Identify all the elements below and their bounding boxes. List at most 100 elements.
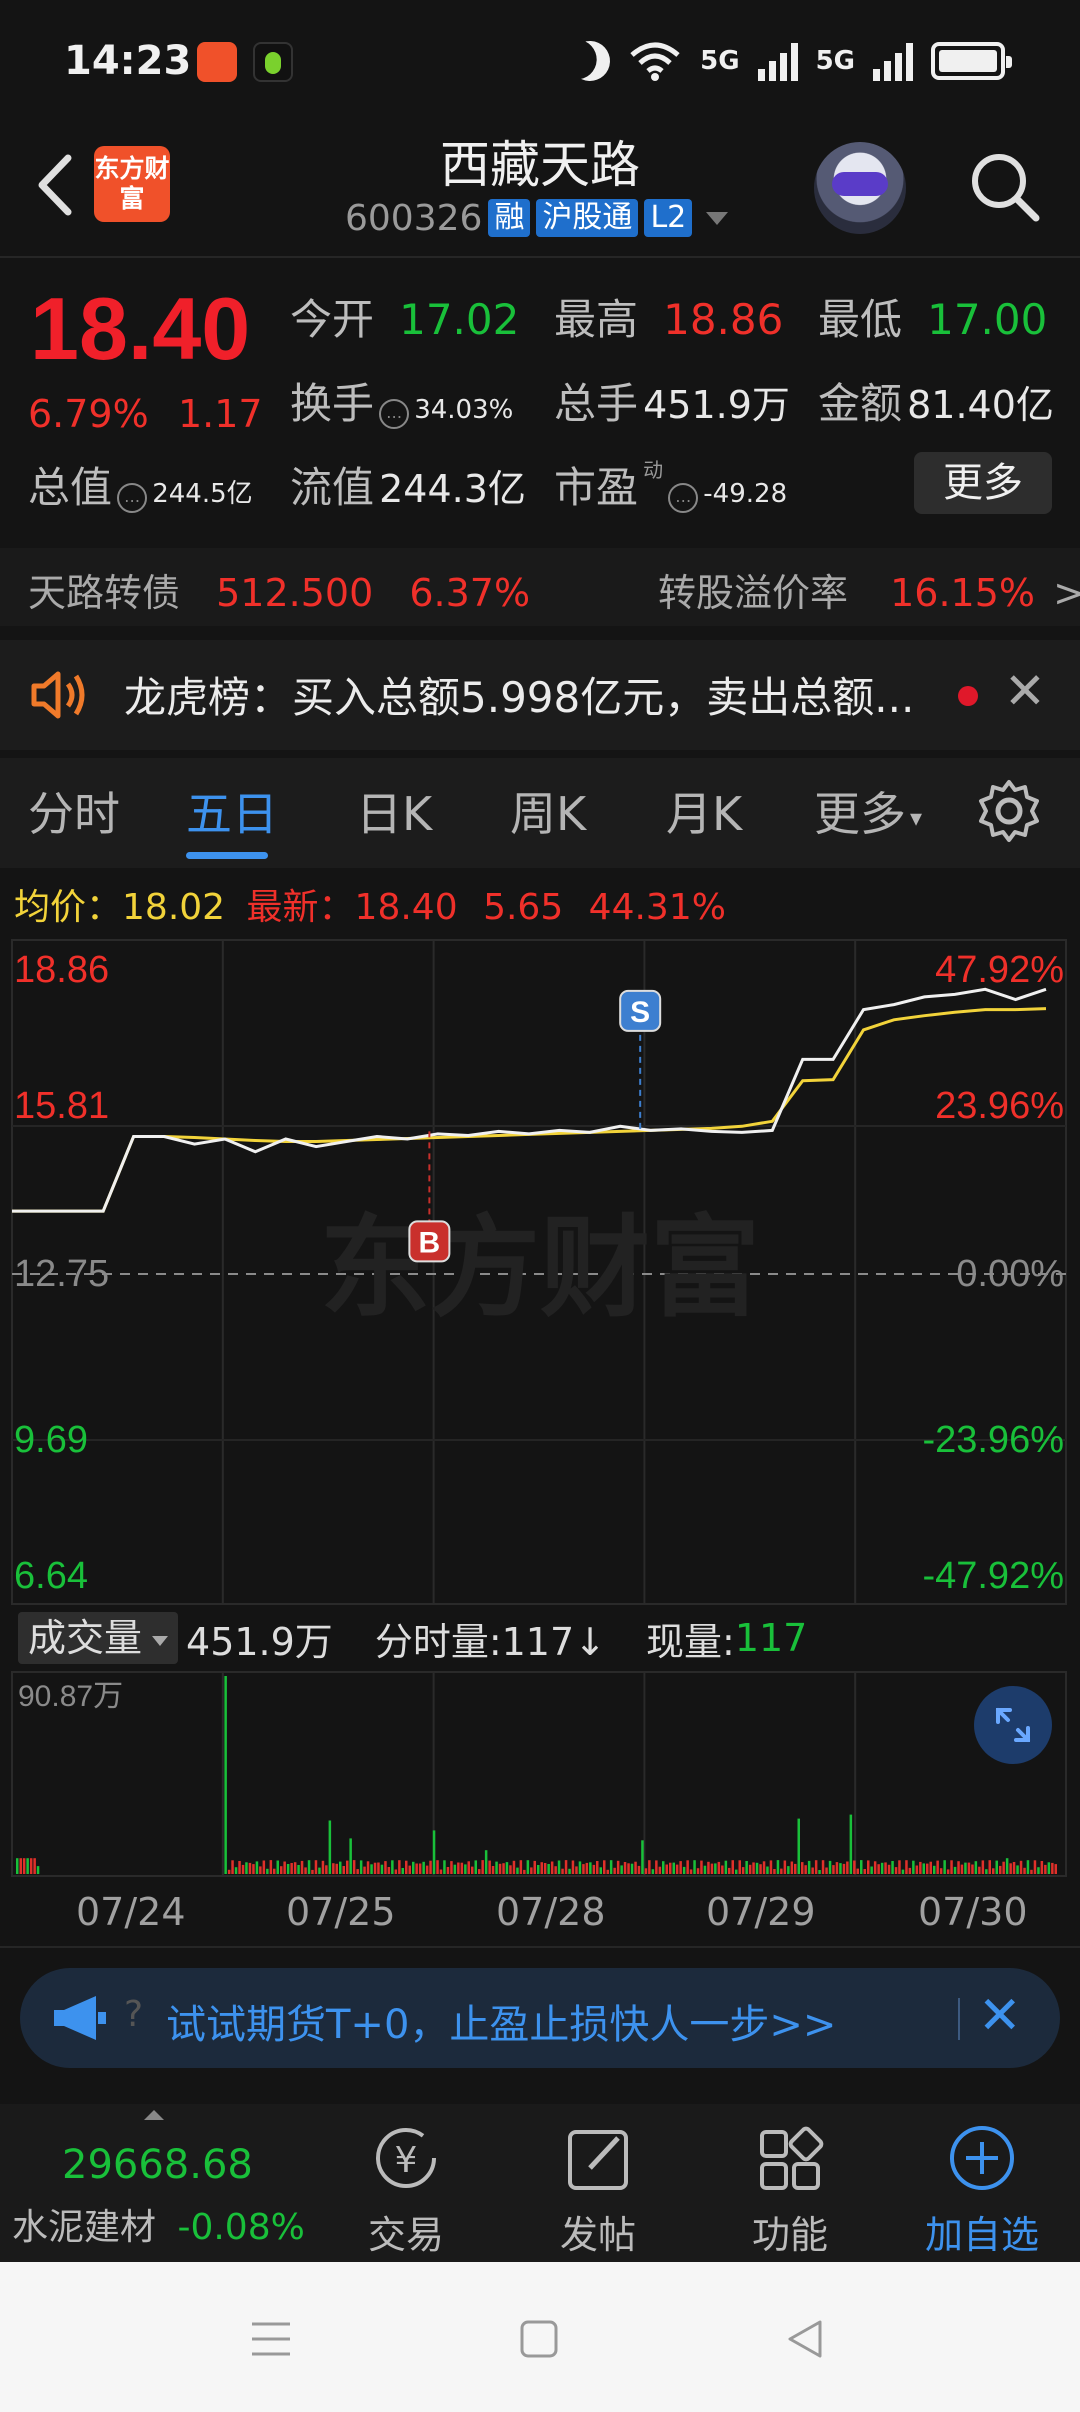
volume-bar — [387, 1867, 391, 1874]
trade-button[interactable]: ¥ 交易 — [346, 2120, 466, 2257]
volume-bar — [839, 1863, 842, 1874]
volume-bar — [620, 1865, 623, 1874]
volume-bar — [589, 1862, 592, 1874]
tab-monthly-k[interactable]: 月K — [666, 778, 742, 844]
stock-title[interactable]: 西藏天路 — [0, 125, 1080, 197]
volume-bar — [710, 1863, 714, 1874]
info-icon[interactable]: … — [668, 482, 699, 513]
volume-bar — [648, 1860, 651, 1874]
function-button[interactable]: 功能 — [730, 2120, 850, 2257]
volume-bar — [512, 1860, 516, 1874]
expand-icon[interactable] — [974, 1686, 1052, 1764]
expand-arrows-icon — [996, 1708, 1030, 1742]
tab-more[interactable]: 更多 ▾ — [814, 778, 922, 844]
volume-bar — [33, 1858, 36, 1874]
x-label-2: 07/28 — [496, 1890, 606, 1934]
volume-bar — [696, 1868, 700, 1874]
volume-bar — [846, 1861, 849, 1874]
volume-panel-frame — [11, 1671, 1067, 1877]
bond-name: 天路转债 — [28, 571, 181, 615]
premium-value: 16.15% — [890, 571, 1036, 615]
low-value: 17.00 — [927, 295, 1048, 344]
volume-bar — [547, 1864, 550, 1874]
menu-icon[interactable] — [246, 2314, 296, 2364]
volume-bar — [304, 1867, 307, 1874]
tab-weekly-k[interactable]: 周K — [510, 778, 586, 844]
volume-bar — [550, 1861, 554, 1874]
turnover-row: 换手 … 34.03% — [290, 370, 513, 431]
volume-bar — [891, 1861, 894, 1874]
volume-bar — [568, 1868, 571, 1874]
five-day-chart[interactable]: 东方财富 18.86 15.81 12.75 9.69 6.64 47.92% … — [0, 936, 1080, 1936]
volume-value: 451.9万 — [643, 383, 790, 427]
post-button[interactable]: 发帖 — [538, 2120, 658, 2257]
tab-daily-k[interactable]: 日K — [356, 778, 432, 844]
volume-bar — [651, 1869, 655, 1874]
volume-bar — [946, 1869, 950, 1874]
volume-bar — [953, 1866, 957, 1874]
search-icon[interactable] — [966, 148, 1042, 224]
wifi-icon — [630, 42, 680, 81]
volume-bar — [415, 1863, 418, 1874]
close-icon[interactable]: ✕ — [978, 1990, 1022, 2042]
volume-bar — [964, 1862, 967, 1874]
pe-row: 市盈 动 … -49.28 — [554, 454, 787, 515]
volume-bar — [373, 1862, 377, 1874]
volume-bar — [429, 1860, 432, 1874]
sector-index-value[interactable]: 29668.68 — [62, 2142, 253, 2188]
volume-bar — [342, 1866, 345, 1874]
tab-five-day[interactable]: 五日 — [186, 778, 278, 844]
volume-bar — [446, 1867, 450, 1874]
y-axis-right-labels: 47.92% 23.96% 0.00% -23.96% -47.92% — [922, 949, 1064, 1597]
stock-code-row[interactable]: 600326 融 沪股通 L2 — [345, 196, 729, 240]
volume-bar — [262, 1860, 266, 1874]
volume-bar — [717, 1861, 721, 1874]
volume-bar — [700, 1860, 703, 1874]
home-icon[interactable] — [514, 2314, 564, 2364]
stock-code: 600326 — [345, 197, 483, 239]
robot-assistant-icon[interactable] — [814, 142, 906, 234]
volume-bar — [759, 1864, 762, 1874]
volume-bar — [971, 1864, 974, 1874]
gear-icon[interactable] — [976, 778, 1042, 844]
volume-bar — [703, 1865, 707, 1874]
info-icon[interactable]: … — [379, 398, 410, 429]
volume-bar — [488, 1860, 491, 1874]
volume-bar — [509, 1865, 512, 1874]
volume-bar — [630, 1863, 634, 1874]
close-icon[interactable]: ✕ — [1004, 666, 1046, 716]
back-icon[interactable] — [780, 2314, 830, 2364]
volume-bar — [314, 1860, 318, 1874]
network-label-1: 5G — [700, 46, 740, 76]
volume-bar — [908, 1867, 912, 1874]
turnover-label: 换手 — [290, 379, 375, 428]
volume-bar — [644, 1868, 648, 1874]
change-amount: 1.17 — [178, 392, 263, 436]
y-right-label-2: 0.00% — [956, 1253, 1064, 1295]
volume-bar — [582, 1864, 585, 1874]
volume-bar — [669, 1862, 672, 1874]
volume-bar — [481, 1860, 484, 1874]
volume-max-label: 90.87万 — [18, 1680, 123, 1713]
x-label-0: 07/24 — [76, 1890, 186, 1934]
tab-intraday[interactable]: 分时 — [28, 778, 120, 844]
volume-bar — [609, 1860, 613, 1874]
volume-bar — [821, 1860, 825, 1874]
volume-bar — [293, 1862, 297, 1874]
chevron-up-icon[interactable] — [144, 2110, 164, 2120]
more-quote-button[interactable]: 更多 — [914, 452, 1052, 514]
volume-bar — [658, 1866, 662, 1874]
sector-index-row[interactable]: 水泥建材 -0.08% — [12, 2198, 305, 2250]
divider — [0, 256, 1080, 258]
volume-selector[interactable]: 成交量 — [18, 1612, 179, 1664]
volume-bar — [571, 1860, 575, 1874]
volume-bar — [943, 1860, 946, 1874]
add-watchlist-button[interactable]: 加自选 — [922, 2120, 1042, 2257]
volume-bar — [873, 1861, 877, 1874]
volume-bar — [689, 1869, 693, 1874]
volume-bar — [307, 1860, 311, 1874]
volume-bar — [853, 1860, 856, 1874]
volume-bar — [731, 1860, 734, 1874]
divider — [0, 1946, 1080, 1948]
info-icon[interactable]: … — [117, 482, 148, 513]
